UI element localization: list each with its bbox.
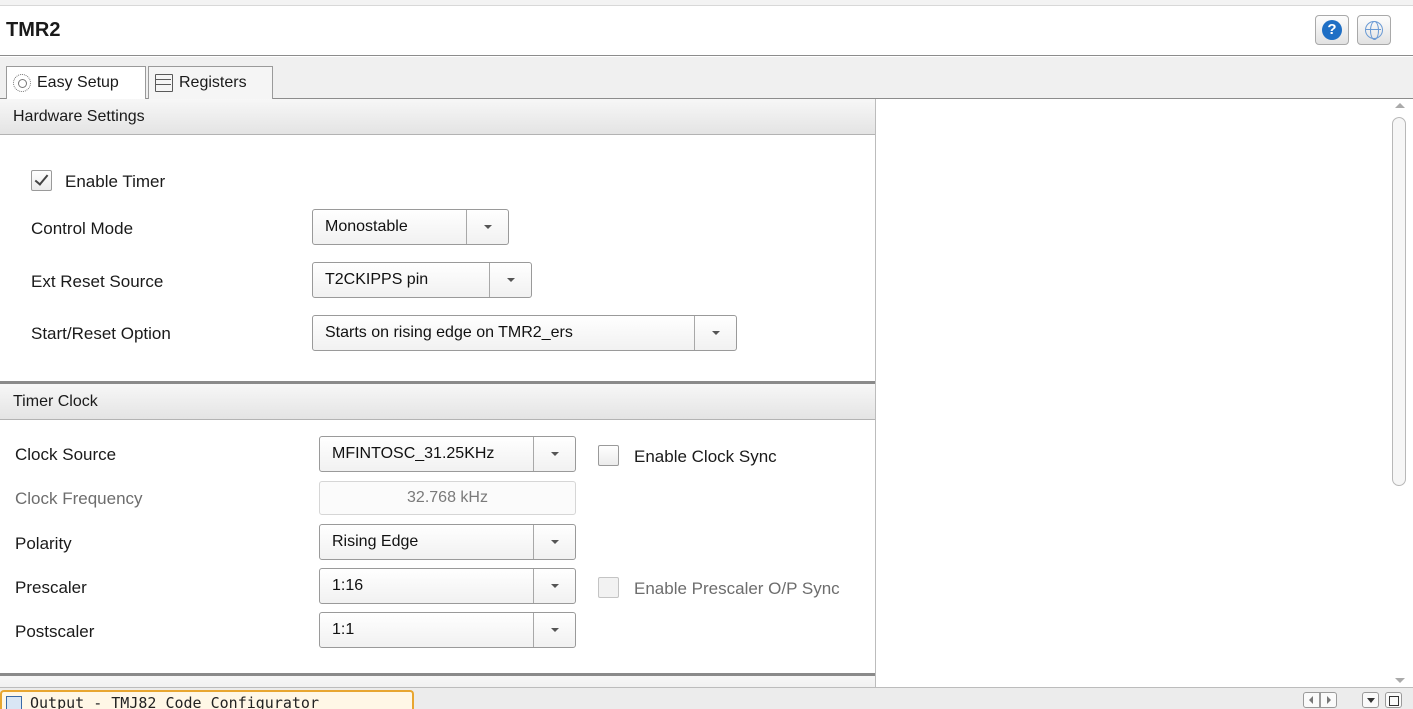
- globe-icon: [1365, 21, 1383, 40]
- tab-registers-label: Registers: [179, 74, 247, 91]
- scroll-tabs-right-button[interactable]: [1320, 692, 1337, 708]
- tab-easy-setup-label: Easy Setup: [37, 74, 119, 91]
- settings-pane: Hardware Settings Enable Timer Control M…: [0, 99, 876, 687]
- scroll-tabs-left-button[interactable]: [1303, 692, 1320, 708]
- prescaler-select[interactable]: 1:16: [319, 568, 576, 604]
- gear-icon: [13, 74, 31, 92]
- vertical-scrollbar[interactable]: [1389, 99, 1413, 687]
- easy-setup-panel: Hardware Settings Enable Timer Control M…: [0, 99, 1413, 687]
- ext-reset-source-select[interactable]: T2CKIPPS pin: [312, 262, 532, 298]
- chevron-down-icon[interactable]: [489, 263, 531, 297]
- next-section-header[interactable]: [0, 676, 875, 687]
- chevron-down-icon[interactable]: [533, 525, 575, 559]
- hardware-settings-header[interactable]: Hardware Settings: [0, 99, 875, 135]
- tab-list-menu-button[interactable]: [1362, 692, 1379, 708]
- output-tab-label: Output - TMJ82 Code Configurator: [30, 694, 319, 709]
- web-button[interactable]: [1357, 15, 1391, 45]
- control-mode-label: Control Mode: [31, 219, 134, 238]
- polarity-select[interactable]: Rising Edge: [319, 524, 576, 560]
- enable-timer-checkbox[interactable]: [31, 170, 52, 191]
- tab-registers[interactable]: Registers: [148, 66, 273, 99]
- timer-clock-header[interactable]: Timer Clock: [0, 384, 875, 420]
- postscaler-select[interactable]: 1:1: [319, 612, 576, 648]
- scroll-down-icon[interactable]: [1395, 678, 1405, 683]
- output-tab[interactable]: Output - TMJ82 Code Configurator: [0, 690, 414, 709]
- enable-clock-sync-checkbox[interactable]: [598, 445, 619, 466]
- output-window-icon: [6, 696, 22, 709]
- enable-prescaler-sync-label: Enable Prescaler O/P Sync: [634, 579, 840, 598]
- tab-easy-setup[interactable]: Easy Setup: [6, 66, 146, 99]
- scrollbar-thumb[interactable]: [1392, 117, 1406, 486]
- enable-timer-label: Enable Timer: [65, 172, 166, 191]
- clock-frequency-field: 32.768 kHz: [319, 481, 576, 515]
- prescaler-label: Prescaler: [15, 578, 87, 597]
- chevron-down-icon[interactable]: [533, 569, 575, 603]
- control-mode-value: Monostable: [325, 218, 408, 235]
- postscaler-label: Postscaler: [15, 622, 95, 641]
- start-reset-option-value: Starts on rising edge on TMR2_ers: [325, 324, 573, 341]
- start-reset-option-label: Start/Reset Option: [31, 324, 171, 343]
- page-title: TMR2: [6, 19, 61, 41]
- clock-source-select[interactable]: MFINTOSC_31.25KHz: [319, 436, 576, 472]
- chevron-down-icon[interactable]: [466, 210, 508, 244]
- ext-reset-source-value: T2CKIPPS pin: [325, 271, 429, 288]
- chevron-down-icon[interactable]: [533, 437, 575, 471]
- postscaler-value: 1:1: [332, 621, 355, 638]
- clock-source-label: Clock Source: [15, 445, 117, 464]
- scroll-up-icon[interactable]: [1395, 103, 1405, 108]
- maximize-window-button[interactable]: [1385, 692, 1402, 708]
- clock-frequency-label: Clock Frequency: [15, 489, 143, 508]
- enable-clock-sync-label: Enable Clock Sync: [634, 447, 777, 466]
- bottom-tab-bar: Output - TMJ82 Code Configurator: [0, 687, 1413, 709]
- control-mode-select[interactable]: Monostable: [312, 209, 509, 245]
- clock-source-value: MFINTOSC_31.25KHz: [332, 445, 495, 462]
- title-bar: TMR2 ?: [0, 6, 1413, 56]
- chevron-down-icon[interactable]: [694, 316, 736, 350]
- tab-bar: Easy Setup Registers: [0, 57, 1413, 99]
- chevron-down-icon[interactable]: [533, 613, 575, 647]
- help-icon: ?: [1322, 20, 1342, 40]
- polarity-label: Polarity: [15, 534, 72, 553]
- start-reset-option-select[interactable]: Starts on rising edge on TMR2_ers: [312, 315, 737, 351]
- ext-reset-source-label: Ext Reset Source: [31, 272, 164, 291]
- help-button[interactable]: ?: [1315, 15, 1349, 45]
- prescaler-value: 1:16: [332, 577, 364, 594]
- polarity-value: Rising Edge: [332, 533, 419, 550]
- enable-prescaler-sync-checkbox[interactable]: [598, 577, 619, 598]
- registers-icon: [155, 74, 173, 92]
